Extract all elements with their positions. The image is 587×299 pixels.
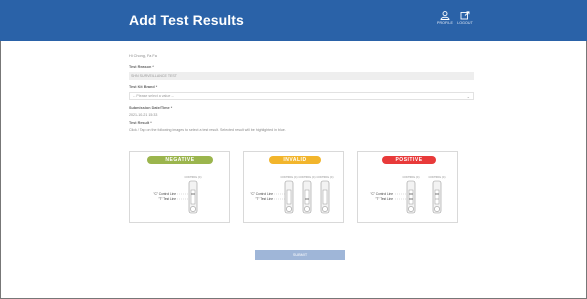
control-line-label: "C" Control Line — [153, 192, 176, 196]
test-reason-value: SHN SURVEILLANCE TEST — [131, 74, 178, 78]
strip-window — [434, 189, 440, 205]
control-line-label: "C" Control Line — [370, 192, 393, 196]
test-kit-brand-select[interactable]: -- Please select a value -- ⌄ — [129, 92, 474, 100]
sample-well — [408, 206, 414, 212]
sample-well — [434, 206, 440, 212]
submission-datetime-value: 2021-10-21 15:33 — [129, 113, 158, 117]
result-card-invalid[interactable]: INVALID CONTROL (C) CONTROL (C) CONTROL … — [243, 151, 344, 223]
submission-datetime-label: Submission Date/Time * — [129, 106, 173, 110]
submit-button[interactable]: SUBMIT — [255, 250, 345, 260]
positive-test-diagram: CONTROL (C) CONTROL (C) "C" Control Line… — [370, 175, 446, 214]
negative-test-diagram: CONTROL (C) "C" Control Line "T" Test Li… — [153, 175, 202, 214]
sample-well — [304, 206, 310, 212]
app-header: Add Test Results PROFILE LOGOUT — [0, 0, 587, 41]
test-result-label: Test Result * — [129, 121, 152, 125]
test-reason-label: Test Reason * — [129, 65, 154, 69]
test-kit-brand-label: Test Kit Brand * — [129, 85, 158, 89]
strip-mark: CONTROL (C) — [185, 175, 202, 179]
profile-button[interactable]: PROFILE — [434, 11, 456, 33]
result-card-negative[interactable]: NEGATIVE CONTROL (C) "C" Control Line "T… — [129, 151, 230, 223]
strip-mark: CONTROL (C) — [429, 175, 446, 179]
sample-well — [286, 206, 292, 212]
logout-button[interactable]: LOGOUT — [454, 11, 476, 33]
chevron-down-icon: ⌄ — [466, 94, 470, 99]
strip-window — [286, 189, 292, 205]
strip-window — [408, 189, 414, 205]
control-line-label: "C" Control Line — [250, 192, 273, 196]
test-line-label: "T" Test Line — [375, 197, 393, 201]
sample-well — [190, 206, 196, 212]
strip-mark: CONTROL (C) — [317, 175, 334, 179]
result-card-positive[interactable]: POSITIVE CONTROL (C) CONTROL (C) "C" Con… — [357, 151, 458, 223]
strip-mark: CONTROL (C) — [281, 175, 298, 179]
strip-mark: CONTROL (C) — [403, 175, 420, 179]
strip-window — [304, 189, 310, 205]
test-kit-brand-value: -- Please select a value -- — [133, 94, 174, 98]
sample-well — [322, 206, 328, 212]
test-reason-field: SHN SURVEILLANCE TEST — [129, 72, 474, 80]
strip-window — [190, 189, 196, 205]
test-line-label: "T" Test Line — [255, 197, 273, 201]
profile-label: PROFILE — [436, 21, 454, 25]
greeting-text: Hi Chong, Fa Fa — [129, 54, 157, 58]
logout-icon — [460, 11, 470, 20]
logout-label: LOGOUT — [457, 21, 473, 25]
strip-mark: CONTROL (C) — [299, 175, 316, 179]
test-result-hint: Click / Tap on the following images to s… — [129, 128, 286, 132]
page-title: Add Test Results — [129, 12, 244, 28]
profile-icon — [440, 11, 450, 20]
strip-window — [322, 189, 328, 205]
invalid-test-diagram: CONTROL (C) CONTROL (C) CONTROL (C) "C" … — [250, 175, 334, 214]
test-line-label: "T" Test Line — [158, 197, 176, 201]
